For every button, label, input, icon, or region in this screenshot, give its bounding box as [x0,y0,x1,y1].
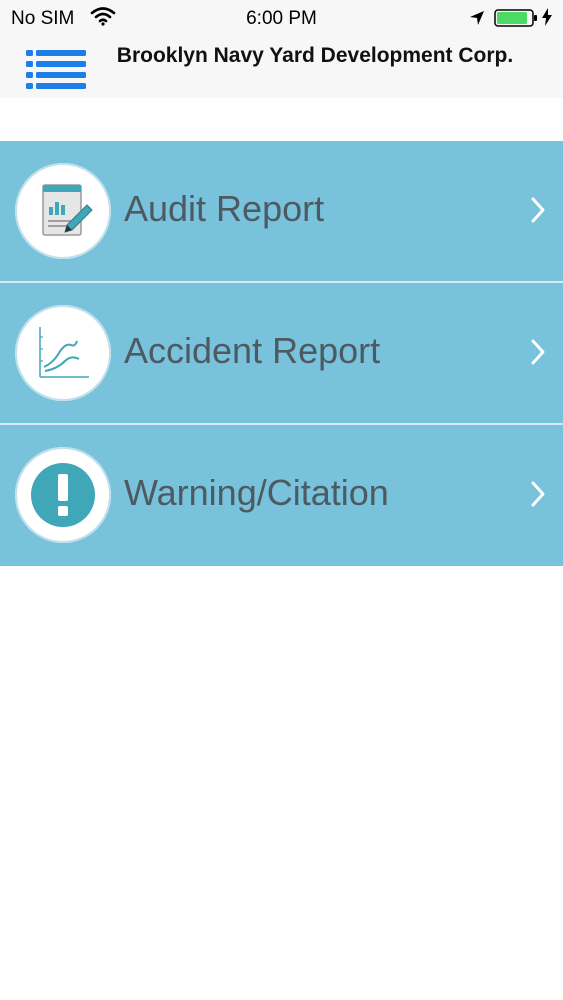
location-arrow-icon [468,9,486,32]
accident-chart-icon [15,305,111,401]
menu-item-label: Audit Report [124,188,325,229]
chevron-right-icon [530,196,546,229]
chevron-right-icon [530,338,546,371]
warning-exclamation-icon [15,447,111,543]
charging-bolt-icon [541,8,553,31]
hamburger-list-icon [26,50,86,89]
menu-item-label: Accident Report [124,330,381,371]
page-title: Brooklyn Navy Yard Development Corp. [116,44,514,67]
menu-item-audit-report[interactable]: Audit Report [0,141,563,283]
status-bar: No SIM 6:00 PM [0,0,563,36]
menu-list: Audit Report Accident Report Warning/Cit… [0,141,563,566]
menu-button[interactable] [22,44,90,92]
chevron-right-icon [530,480,546,513]
audit-report-icon [15,163,111,259]
menu-item-accident-report[interactable]: Accident Report [0,283,563,425]
menu-item-label: Warning/Citation [124,472,389,513]
battery-icon [494,9,540,32]
menu-item-warning-citation[interactable]: Warning/Citation [0,425,563,566]
navigation-bar: Brooklyn Navy Yard Development Corp. [0,36,563,98]
